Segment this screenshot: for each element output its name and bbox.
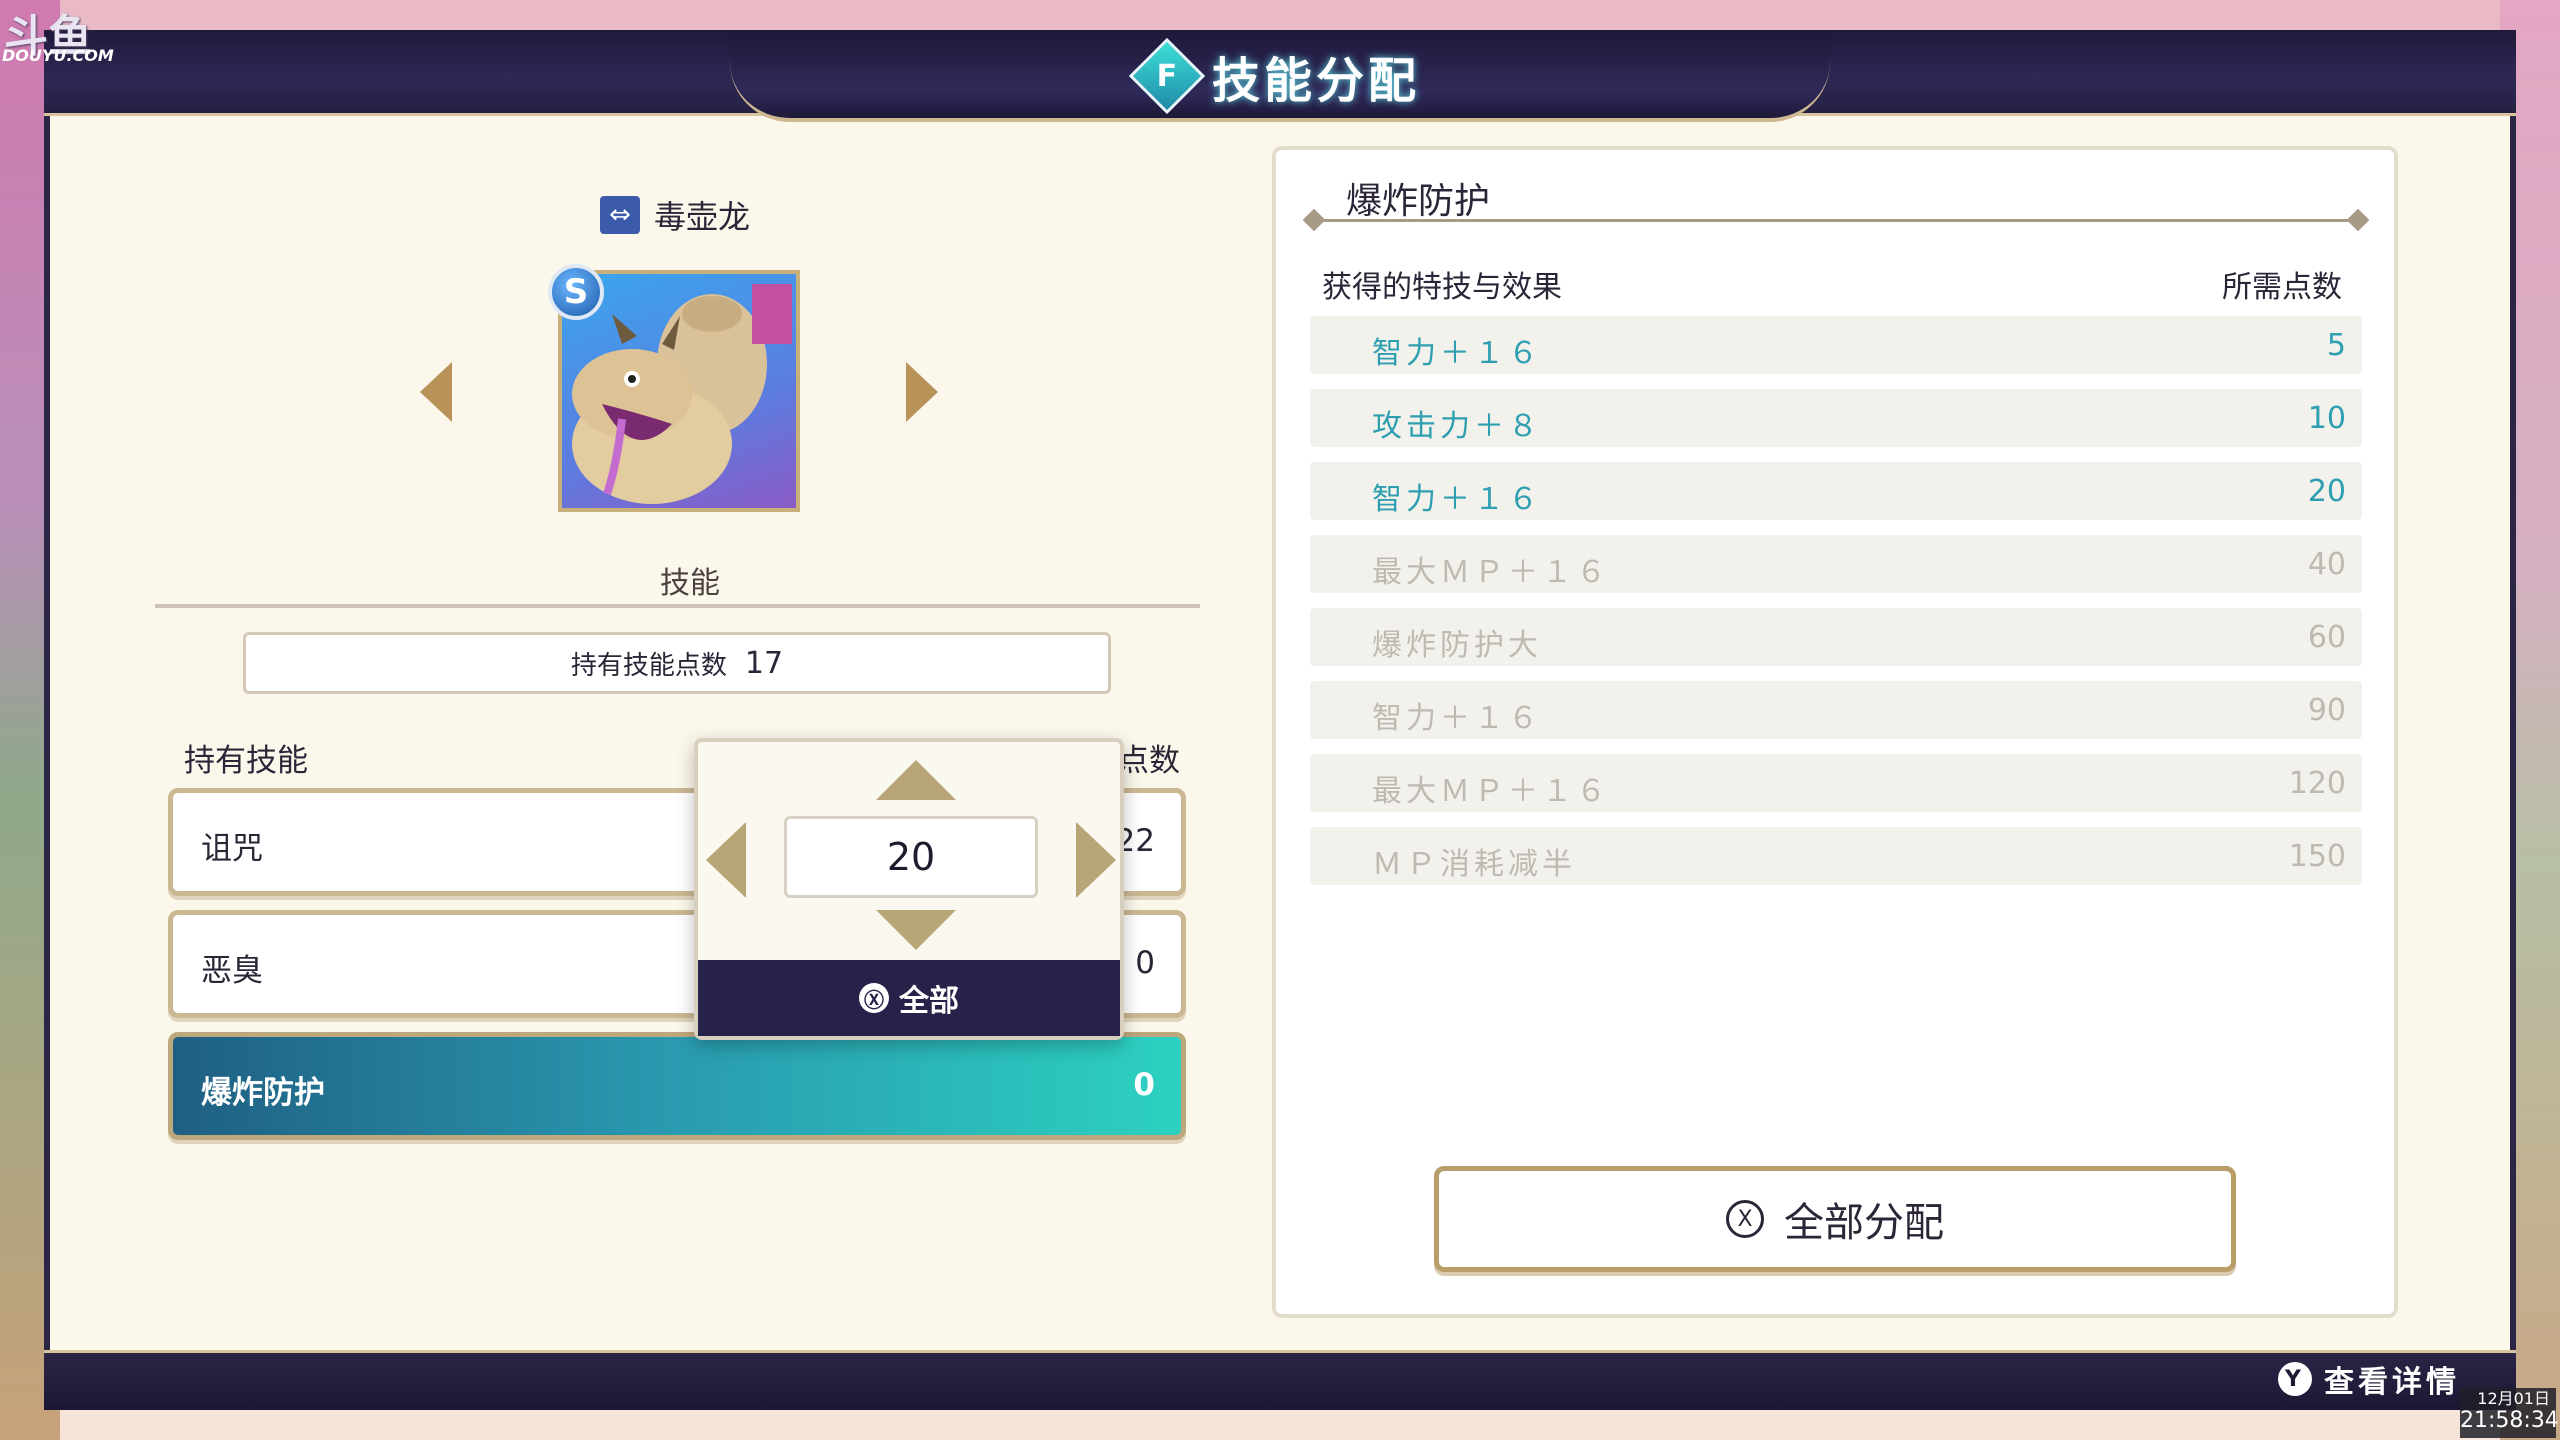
perk-row: 最大ＭＰ＋１６ 120	[1310, 754, 2362, 812]
perk-cost: 40	[2307, 547, 2346, 582]
owned-points-header: 点数	[1118, 743, 1180, 779]
perk-row: 爆炸防护大 60	[1310, 608, 2362, 666]
perk-cost: 60	[2307, 620, 2346, 655]
detail-title: 爆炸防护	[1346, 181, 1491, 222]
character-header: ⇔ 毒壶龙	[600, 192, 750, 238]
view-details-label: 查看详情	[2324, 1365, 2460, 1400]
skill-points-label: 持有技能点数	[570, 650, 727, 681]
perk-row: ＭＰ消耗减半 150	[1310, 827, 2362, 885]
prev-character-arrow[interactable]	[420, 362, 452, 422]
skills-section-label: 技能	[660, 566, 720, 601]
x-button-icon: Ⓧ	[859, 983, 889, 1013]
assign-all-button[interactable]: X 全部分配	[1434, 1166, 2236, 1272]
rank-badge: S	[548, 264, 604, 320]
skill-points-box: 持有技能点数 17	[243, 632, 1111, 694]
perk-row: 攻击力＋８ 10	[1310, 389, 2362, 447]
perk-row: 智力＋１６ 20	[1310, 462, 2362, 520]
assign-all-label: 全部分配	[1784, 1200, 1944, 1246]
next-character-arrow[interactable]	[906, 362, 938, 422]
cost-column-header: 所需点数	[2222, 270, 2342, 305]
decrease-arrow-down[interactable]	[876, 910, 956, 950]
footer-bar	[44, 1350, 2516, 1410]
perk-effect: 最大ＭＰ＋１６	[1372, 774, 1610, 809]
system-clock: 12月01日 21:58:34	[2460, 1388, 2559, 1438]
perk-row: 智力＋１６ 5	[1310, 316, 2362, 374]
perk-effect: 最大ＭＰ＋１６	[1372, 555, 1610, 590]
skill-name: 爆炸防护	[201, 1075, 325, 1111]
watermark-sub: DOUYU.COM	[2, 46, 114, 65]
view-details-hint[interactable]: Y 查看详情	[2278, 1356, 2460, 1402]
perk-effect: 攻击力＋８	[1372, 409, 1542, 444]
skill-name: 恶臭	[201, 953, 263, 989]
x-button-icon: X	[1726, 1200, 1764, 1238]
skill-points-value: 17	[744, 645, 784, 681]
skill-points: 0	[1133, 1067, 1155, 1103]
perk-effect: 智力＋１６	[1372, 336, 1542, 371]
increase-arrow-right[interactable]	[1076, 822, 1116, 898]
perk-effect: 智力＋１６	[1372, 482, 1542, 517]
perk-cost: 10	[2307, 401, 2346, 436]
increase-arrow-up[interactable]	[876, 760, 956, 800]
perk-cost: 120	[2288, 766, 2346, 801]
allocate-all-label: 全部	[899, 984, 959, 1019]
perk-cost: 20	[2307, 474, 2346, 509]
section-divider	[155, 604, 1200, 608]
perk-effect: ＭＰ消耗减半	[1372, 847, 1576, 882]
skill-points: 0	[1135, 945, 1155, 981]
skill-name: 诅咒	[201, 831, 263, 867]
character-name: 毒壶龙	[654, 198, 751, 236]
clock-date: 12月01日	[2477, 1389, 2550, 1408]
skill-row-blast-guard[interactable]: 爆炸防护 0	[168, 1032, 1186, 1140]
perk-cost: 150	[2288, 839, 2346, 874]
perk-row: 最大ＭＰ＋１６ 40	[1310, 535, 2362, 593]
page-title: 技能分配	[1211, 53, 1420, 109]
perk-cost: 5	[2326, 328, 2346, 363]
perk-effect: 智力＋１６	[1372, 701, 1542, 736]
perk-cost: 90	[2307, 693, 2346, 728]
clock-time: 21:58:34	[2460, 1408, 2559, 1433]
allocate-all-button[interactable]: Ⓧ 全部	[698, 960, 1120, 1036]
skill-menu-icon: F	[1128, 37, 1206, 115]
monster-type-icon: ⇔	[600, 196, 640, 234]
effect-column-header: 获得的特技与效果	[1322, 270, 1562, 305]
perk-effect: 爆炸防护大	[1372, 628, 1542, 663]
perk-row: 智力＋１６ 90	[1310, 681, 2362, 739]
owned-skills-label: 持有技能	[184, 743, 308, 779]
allocation-value[interactable]: 20	[784, 816, 1038, 898]
screen-title: F 技能分配	[0, 34, 2560, 118]
y-button-icon: Y	[2278, 1362, 2312, 1396]
decrease-arrow-left[interactable]	[706, 822, 746, 898]
point-allocation-popup: 20 Ⓧ 全部	[694, 738, 1124, 1040]
detail-divider	[1314, 219, 2358, 222]
